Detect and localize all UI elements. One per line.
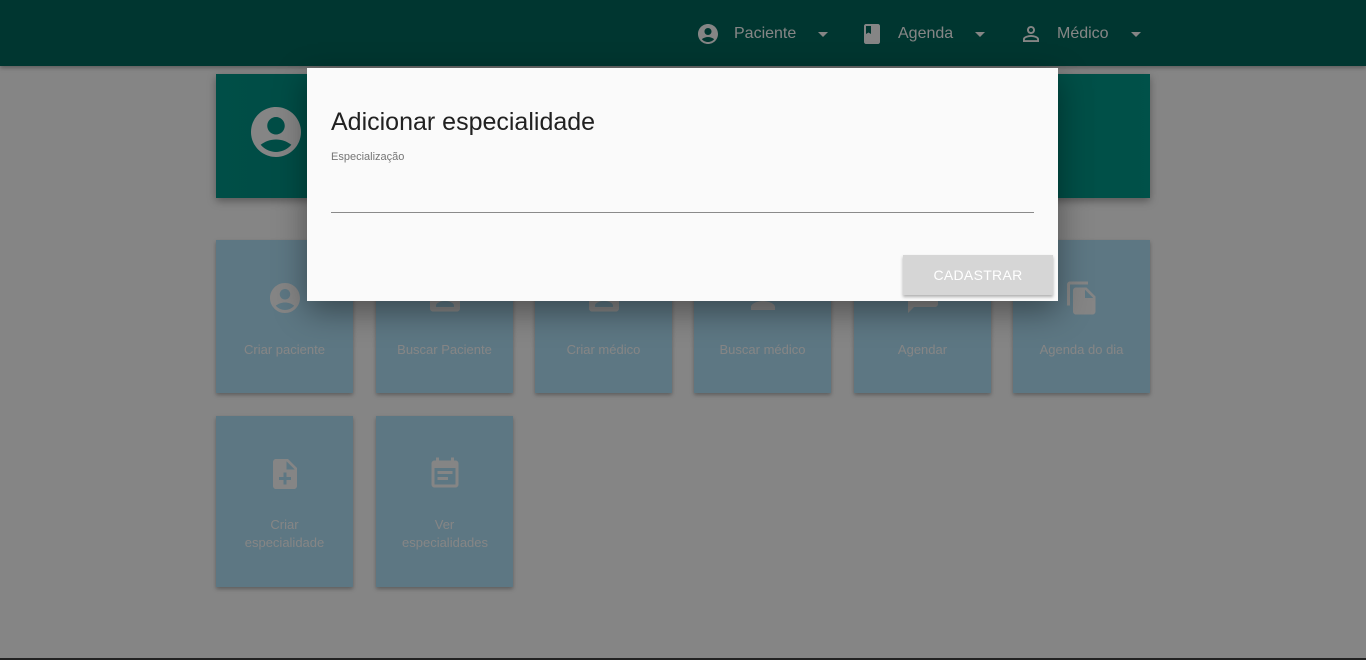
add-specialty-dialog: Adicionar especialidade Especialização C… [307, 68, 1058, 301]
dialog-title: Adicionar especialidade [331, 108, 596, 136]
especializacao-field-label: Especialização [331, 151, 405, 163]
cadastrar-button[interactable]: CADASTRAR [903, 255, 1053, 295]
especializacao-input[interactable] [331, 168, 1034, 213]
